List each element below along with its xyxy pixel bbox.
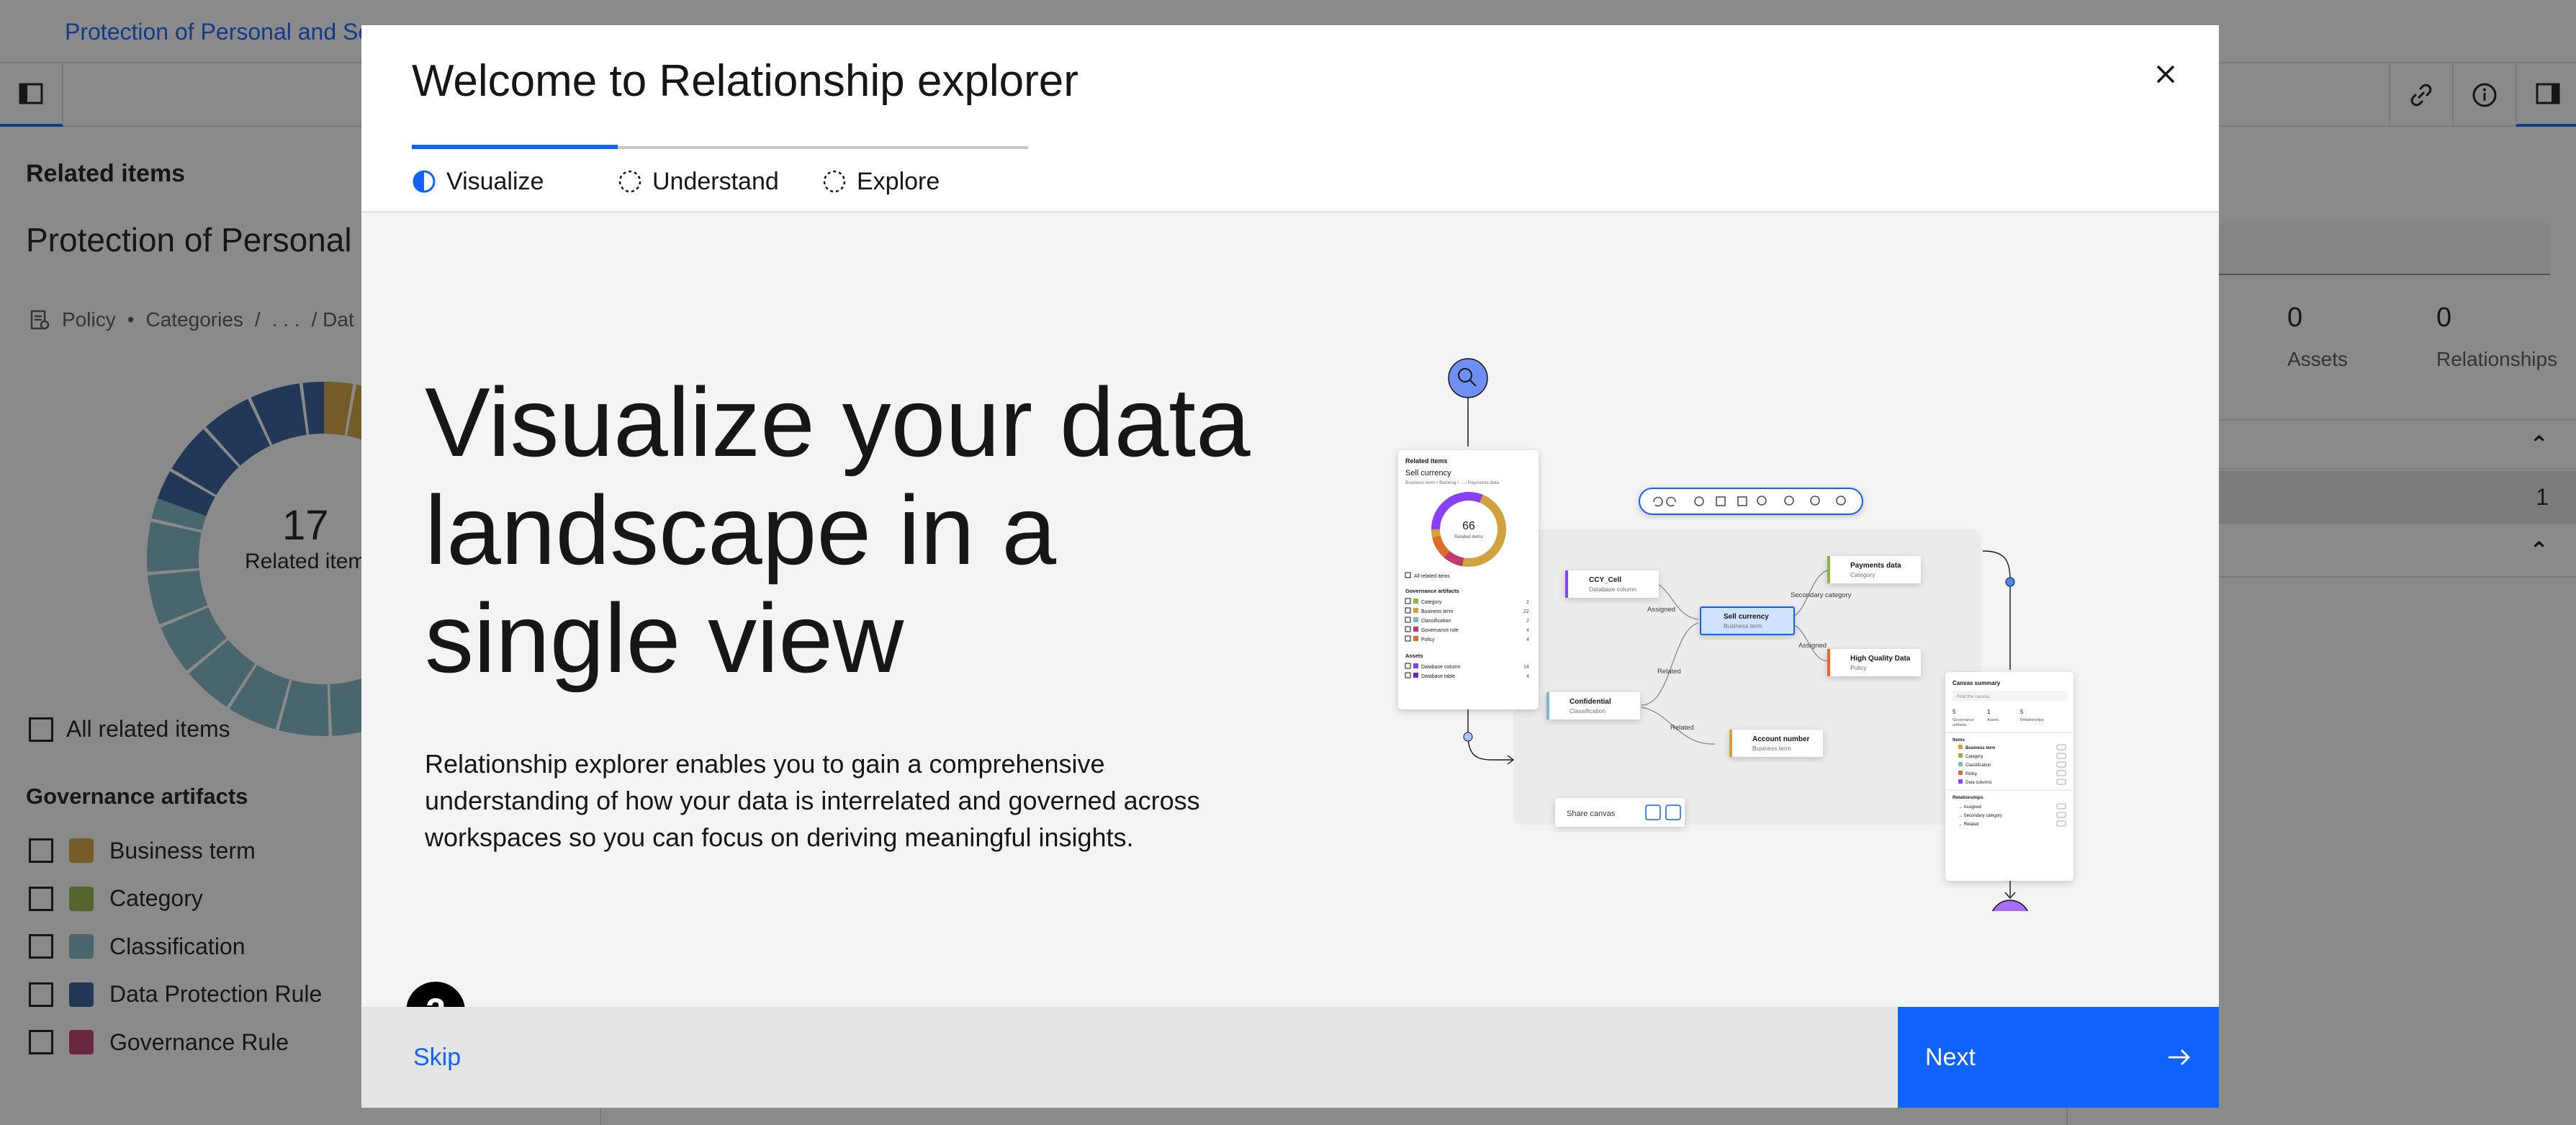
svg-text:Database column: Database column bbox=[1421, 665, 1461, 670]
svg-text:Business term: Business term bbox=[1421, 609, 1454, 614]
svg-text:4: 4 bbox=[1526, 637, 1529, 642]
edge-label: Assigned bbox=[1647, 606, 1675, 614]
canvas-summary-card bbox=[1945, 672, 2073, 881]
related-items-card bbox=[1398, 450, 1539, 709]
step-explore[interactable]: Explore bbox=[822, 161, 1028, 202]
svg-text:Governance: Governance bbox=[1953, 718, 1974, 722]
svg-text:Business term: Business term bbox=[1724, 622, 1762, 629]
svg-text:Business term • Banking / ...: Business term • Banking / ... / Payments… bbox=[1405, 480, 1500, 485]
progress-fill bbox=[412, 145, 618, 149]
svg-text:Data columns: Data columns bbox=[1965, 781, 1992, 785]
edge-label: Assigned bbox=[1798, 642, 1827, 650]
edge-label: Secondary category bbox=[1791, 591, 1852, 599]
svg-text:Items: Items bbox=[1953, 738, 1965, 743]
step-incomplete-icon bbox=[618, 170, 641, 193]
svg-text:Governance artifacts: Governance artifacts bbox=[1405, 588, 1459, 594]
step-label: Understand bbox=[652, 167, 779, 195]
node-sell-currency bbox=[1700, 606, 1795, 635]
svg-text:Classification: Classification bbox=[1421, 619, 1451, 624]
svg-text:High Quality Data: High Quality Data bbox=[1850, 655, 1911, 663]
step-incomplete-icon bbox=[823, 170, 846, 193]
edge-label: Related bbox=[1657, 668, 1681, 676]
svg-text:22: 22 bbox=[1523, 609, 1529, 614]
svg-text:CCY_Cell: CCY_Cell bbox=[1589, 576, 1621, 584]
svg-text:1: 1 bbox=[1987, 709, 1991, 715]
modal-footer: Skip Next bbox=[361, 1007, 2219, 1108]
node-payments-data bbox=[1827, 556, 1921, 583]
svg-text:Relationships: Relationships bbox=[1953, 795, 1983, 800]
svg-text:→ Secondary category: → Secondary category bbox=[1958, 814, 2002, 818]
svg-text:Sell currency: Sell currency bbox=[1724, 613, 1769, 621]
step-current-icon bbox=[413, 170, 436, 193]
svg-text:Related items: Related items bbox=[1405, 457, 1448, 465]
svg-text:Confidential: Confidential bbox=[1570, 698, 1611, 706]
svg-text:Find the canvas: Find the canvas bbox=[1957, 694, 1991, 699]
svg-text:All related items: All related items bbox=[1414, 574, 1450, 579]
svg-text:Relationships: Relationships bbox=[2020, 718, 2044, 722]
next-button[interactable]: Next bbox=[1898, 1007, 2219, 1108]
edge-label: Related bbox=[1670, 724, 1694, 732]
svg-text:Canvas summary: Canvas summary bbox=[1953, 680, 2001, 686]
relationship-explorer-illustration: Assigned Secondary category Assigned Rel… bbox=[1398, 358, 2073, 911]
svg-text:Database column: Database column bbox=[1589, 586, 1636, 593]
node-ccy-cell bbox=[1565, 570, 1659, 598]
svg-text:66: 66 bbox=[1462, 520, 1475, 532]
step-label: Explore bbox=[857, 167, 940, 195]
eye-icon bbox=[1991, 900, 2029, 911]
svg-text:Sell currency: Sell currency bbox=[1405, 469, 1451, 478]
svg-text:Assets: Assets bbox=[1405, 653, 1423, 659]
next-button-label: Next bbox=[1925, 1043, 1976, 1071]
svg-text:4: 4 bbox=[1526, 628, 1529, 633]
svg-text:14: 14 bbox=[1523, 665, 1529, 670]
svg-text:Policy: Policy bbox=[1850, 664, 1867, 671]
svg-text:Business term: Business term bbox=[1752, 745, 1791, 752]
node-high-quality-data bbox=[1827, 649, 1921, 676]
close-button[interactable] bbox=[2137, 45, 2194, 103]
svg-text:artifacts: artifacts bbox=[1953, 723, 1967, 727]
modal-title: Welcome to Relationship explorer bbox=[412, 56, 1078, 106]
svg-text:Category: Category bbox=[1421, 600, 1442, 605]
svg-text:Database table: Database table bbox=[1421, 674, 1455, 679]
node-confidential bbox=[1546, 692, 1640, 720]
step-visualize[interactable]: Visualize bbox=[412, 161, 618, 202]
svg-text:5: 5 bbox=[1953, 709, 1956, 715]
svg-text:2: 2 bbox=[1526, 619, 1529, 624]
node-account-number bbox=[1729, 730, 1823, 757]
magnifier-icon bbox=[1448, 358, 1488, 398]
step-label: Visualize bbox=[446, 167, 544, 195]
svg-text:Account number: Account number bbox=[1752, 735, 1810, 743]
svg-text:2: 2 bbox=[1526, 600, 1529, 605]
svg-text:4: 4 bbox=[1526, 674, 1529, 679]
headline: Visualize your data landscape in a singl… bbox=[425, 367, 1251, 693]
svg-text:Classification: Classification bbox=[1570, 707, 1606, 714]
description: Relationship explorer enables you to gai… bbox=[425, 749, 1200, 852]
arrow-right-icon bbox=[2169, 1049, 2190, 1065]
welcome-modal: Welcome to Relationship explorer Visuali… bbox=[361, 25, 2219, 1108]
svg-text:→ Related: → Related bbox=[1958, 823, 1978, 827]
svg-text:Policy: Policy bbox=[1421, 637, 1435, 642]
svg-text:Payments data: Payments data bbox=[1850, 562, 1901, 570]
close-icon bbox=[2156, 65, 2175, 84]
svg-text:Policy: Policy bbox=[1965, 772, 1977, 776]
svg-text:Governance rule: Governance rule bbox=[1421, 628, 1459, 633]
svg-text:Category: Category bbox=[1850, 571, 1875, 578]
progress-steps: Visualize Understand Explore bbox=[412, 161, 1028, 202]
svg-text:Business term: Business term bbox=[1965, 746, 1995, 750]
svg-text:→ Assigned: → Assigned bbox=[1958, 805, 1981, 810]
skip-button[interactable]: Skip bbox=[361, 1007, 1898, 1108]
svg-text:5: 5 bbox=[2020, 709, 2024, 715]
canvas-toolbar bbox=[1639, 488, 1863, 515]
svg-text:Share canvas: Share canvas bbox=[1567, 810, 1616, 818]
modal-header: Welcome to Relationship explorer Visuali… bbox=[361, 25, 2219, 211]
svg-text:Classification: Classification bbox=[1965, 763, 1991, 768]
svg-text:Assets: Assets bbox=[1987, 718, 1999, 722]
step-understand[interactable]: Understand bbox=[618, 161, 822, 202]
svg-text:Category: Category bbox=[1965, 755, 1983, 759]
modal-body: Visualize your data landscape in a singl… bbox=[361, 211, 2219, 1041]
svg-text:Related items: Related items bbox=[1454, 534, 1483, 539]
